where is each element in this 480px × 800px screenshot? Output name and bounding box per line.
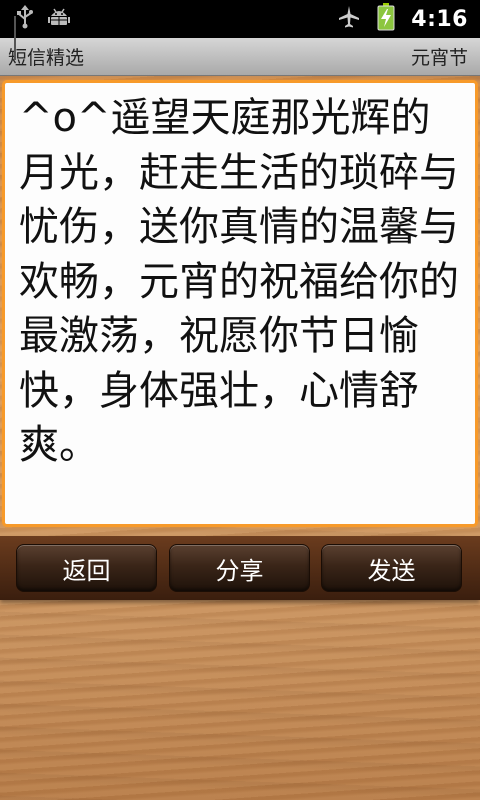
status-bar: 4:16 [0, 0, 480, 38]
app-title: 短信精选 [8, 47, 85, 69]
button-bar: 返回 分享 发送 [0, 536, 480, 600]
android-debug-icon [48, 6, 70, 32]
category-label: 元宵节 [410, 47, 468, 69]
text-cursor [14, 16, 16, 60]
airplane-mode-icon [337, 5, 361, 33]
battery-charging-icon [377, 3, 395, 35]
message-text: ^o^遥望天庭那光辉的月光，赶走生活的琐碎与忧伤，送你真情的温馨与欢畅，元宵的祝… [19, 95, 459, 468]
status-time: 4:16 [411, 6, 468, 32]
title-bar: 短信精选 元宵节 [0, 38, 480, 76]
back-button[interactable]: 返回 [16, 544, 157, 592]
send-button[interactable]: 发送 [321, 544, 462, 592]
usb-icon [16, 5, 34, 33]
status-right-icons: 4:16 [337, 3, 480, 35]
share-button[interactable]: 分享 [169, 544, 310, 592]
status-left-icons [0, 5, 70, 33]
message-text-area[interactable]: ^o^遥望天庭那光辉的月光，赶走生活的琐碎与忧伤，送你真情的温馨与欢畅，元宵的祝… [2, 80, 478, 527]
